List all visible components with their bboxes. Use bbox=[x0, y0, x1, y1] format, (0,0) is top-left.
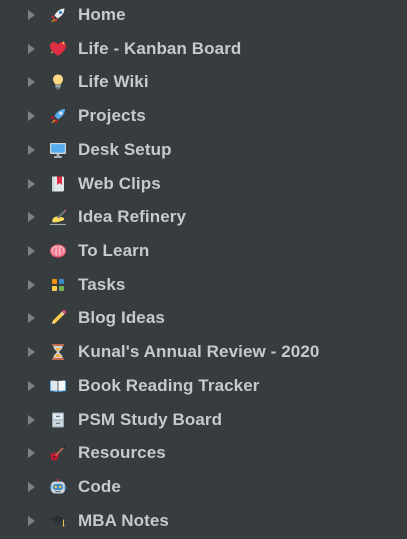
sidebar-item-life-wiki[interactable]: Life Wiki bbox=[0, 65, 407, 99]
chevron-right-icon[interactable] bbox=[27, 10, 35, 20]
desktop-computer-icon bbox=[50, 143, 66, 158]
brain-icon bbox=[50, 244, 66, 258]
sidebar-item-psm-study-board[interactable]: PSM Study Board bbox=[0, 403, 407, 437]
writing-hand-icon bbox=[50, 209, 66, 226]
sidebar-item-label: Kunal's Annual Review - 2020 bbox=[78, 342, 320, 361]
sidebar-item-label: Book Reading Tracker bbox=[78, 376, 260, 395]
chevron-right-icon[interactable] bbox=[27, 246, 35, 256]
chevron-right-icon[interactable] bbox=[27, 77, 35, 87]
sidebar-item-label: Code bbox=[78, 477, 121, 496]
sidebar-item-label: Projects bbox=[78, 106, 146, 125]
chevron-right-icon[interactable] bbox=[27, 347, 35, 357]
rocket-icon bbox=[50, 109, 65, 124]
page-sidebar: Home Life - Kanban Board Life Wiki Proje… bbox=[0, 0, 407, 539]
sidebar-item-label: Tasks bbox=[78, 275, 126, 294]
sidebar-item-annual-review[interactable]: Kunal's Annual Review - 2020 bbox=[0, 335, 407, 369]
sidebar-item-label: Home bbox=[78, 5, 126, 24]
sidebar-item-label: Blog Ideas bbox=[78, 308, 165, 327]
graduation-cap-icon bbox=[50, 515, 66, 527]
sidebar-item-life-kanban-board[interactable]: Life - Kanban Board bbox=[0, 32, 407, 66]
chevron-right-icon[interactable] bbox=[27, 179, 35, 189]
open-book-icon bbox=[50, 380, 66, 392]
sidebar-item-to-learn[interactable]: To Learn bbox=[0, 234, 407, 268]
sidebar-item-label: Desk Setup bbox=[78, 140, 172, 159]
sidebar-item-tasks[interactable]: Tasks bbox=[0, 268, 407, 302]
sidebar-item-label: Web Clips bbox=[78, 174, 161, 193]
chevron-right-icon[interactable] bbox=[27, 280, 35, 290]
sidebar-item-idea-refinery[interactable]: Idea Refinery bbox=[0, 200, 407, 234]
sparkling-heart-icon bbox=[50, 41, 66, 56]
chevron-right-icon[interactable] bbox=[27, 482, 35, 492]
sidebar-item-home[interactable]: Home bbox=[0, 0, 407, 32]
sidebar-item-web-clips[interactable]: Web Clips bbox=[0, 167, 407, 201]
sidebar-item-resources[interactable]: Resources bbox=[0, 436, 407, 470]
rocket-icon bbox=[51, 8, 65, 22]
chevron-right-icon[interactable] bbox=[27, 145, 35, 155]
light-bulb-icon bbox=[53, 74, 63, 90]
sidebar-item-label: Life Wiki bbox=[78, 72, 149, 91]
sidebar-item-code[interactable]: Code bbox=[0, 470, 407, 504]
sidebar-item-projects[interactable]: Projects bbox=[0, 99, 407, 133]
sidebar-item-label: Idea Refinery bbox=[78, 207, 187, 226]
chevron-right-icon[interactable] bbox=[27, 44, 35, 54]
robot-icon bbox=[49, 479, 67, 494]
chevron-right-icon[interactable] bbox=[27, 516, 35, 526]
chevron-right-icon[interactable] bbox=[27, 381, 35, 391]
sidebar-item-label: Life - Kanban Board bbox=[78, 39, 242, 58]
chevron-right-icon[interactable] bbox=[27, 415, 35, 425]
grid-icon bbox=[52, 279, 64, 291]
sidebar-item-label: PSM Study Board bbox=[78, 410, 223, 429]
chevron-right-icon[interactable] bbox=[27, 448, 35, 458]
pencil-icon bbox=[51, 310, 66, 326]
guitar-icon bbox=[50, 444, 67, 461]
chevron-right-icon[interactable] bbox=[27, 313, 35, 323]
bookmark-icon bbox=[52, 176, 64, 192]
hourglass-icon bbox=[52, 344, 64, 360]
sidebar-item-mba-notes[interactable]: MBA Notes bbox=[0, 504, 407, 538]
file-cabinet-icon bbox=[52, 412, 64, 428]
sidebar-item-label: To Learn bbox=[78, 241, 150, 260]
sidebar-item-blog-ideas[interactable]: Blog Ideas bbox=[0, 301, 407, 335]
sidebar-item-desk-setup[interactable]: Desk Setup bbox=[0, 133, 407, 167]
chevron-right-icon[interactable] bbox=[27, 111, 35, 121]
chevron-right-icon[interactable] bbox=[27, 212, 35, 222]
sidebar-item-book-reading-tracker[interactable]: Book Reading Tracker bbox=[0, 369, 407, 403]
sidebar-item-label: Resources bbox=[78, 443, 166, 462]
sidebar-item-label: MBA Notes bbox=[78, 511, 169, 530]
